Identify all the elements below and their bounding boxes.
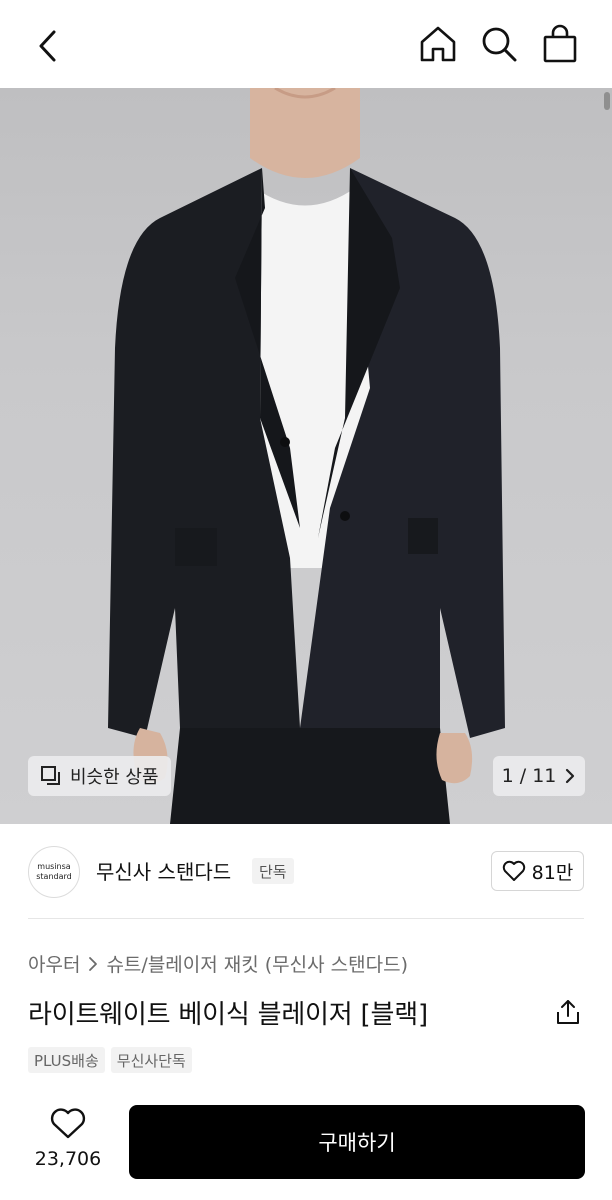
home-icon (420, 26, 456, 62)
image-pager[interactable]: 1 / 11 (493, 756, 585, 796)
search-button[interactable] (479, 24, 519, 64)
breadcrumb: 아우터 슈트/블레이저 재킷 (무신사 스탠다드) (28, 950, 408, 977)
brand-row: musinsa standard 무신사 스탠다드 단독 81만 (0, 824, 612, 920)
buy-button[interactable]: 구매하기 (129, 1105, 585, 1179)
heart-icon (502, 860, 525, 881)
similar-products-button[interactable]: 비슷한 상품 (28, 756, 171, 796)
share-button[interactable] (552, 996, 584, 1028)
page-counter: 1 / 11 (501, 765, 557, 787)
cart-button[interactable] (540, 24, 580, 64)
product-image-gallery[interactable]: 비슷한 상품 1 / 11 (0, 88, 612, 824)
home-button[interactable] (418, 24, 458, 64)
product-like-count: 23,706 (34, 1148, 102, 1170)
tag-plus-delivery: PLUS배송 (28, 1047, 105, 1073)
top-navigation-bar (0, 0, 612, 88)
breadcrumb-category[interactable]: 아우터 (28, 950, 80, 977)
brand-logo-line1: musinsa (37, 862, 71, 871)
similar-products-label: 비슷한 상품 (70, 767, 159, 788)
chevron-right-icon (89, 956, 98, 971)
scrollbar[interactable] (604, 92, 610, 110)
exclusive-badge: 단독 (252, 858, 294, 884)
share-icon (557, 1000, 579, 1024)
shopping-bag-icon (543, 24, 577, 63)
heart-icon (50, 1108, 86, 1139)
chevron-right-icon (566, 768, 575, 784)
divider (28, 918, 584, 919)
similar-products-icon (41, 766, 60, 785)
product-like-button[interactable]: 23,706 (28, 1108, 108, 1178)
brand-like-button[interactable]: 81만 (491, 851, 584, 891)
product-photo (108, 88, 505, 824)
chevron-left-icon (39, 30, 56, 62)
brand-name-link[interactable]: 무신사 스탠다드 (96, 856, 231, 885)
product-title: 라이트웨이트 베이식 블레이저 [블랙] (28, 1000, 428, 1030)
back-button[interactable] (28, 26, 68, 66)
search-icon (482, 27, 517, 62)
brand-like-count: 81만 (531, 861, 574, 884)
tag-musinsa-exclusive: 무신사단독 (110, 1047, 192, 1073)
brand-logo[interactable]: musinsa standard (28, 846, 80, 898)
breadcrumb-subcategory[interactable]: 슈트/블레이저 재킷 (무신사 스탠다드) (106, 950, 408, 977)
product-tags: PLUS배송 무신사단독 (28, 1047, 192, 1073)
brand-logo-line2: standard (36, 872, 72, 881)
